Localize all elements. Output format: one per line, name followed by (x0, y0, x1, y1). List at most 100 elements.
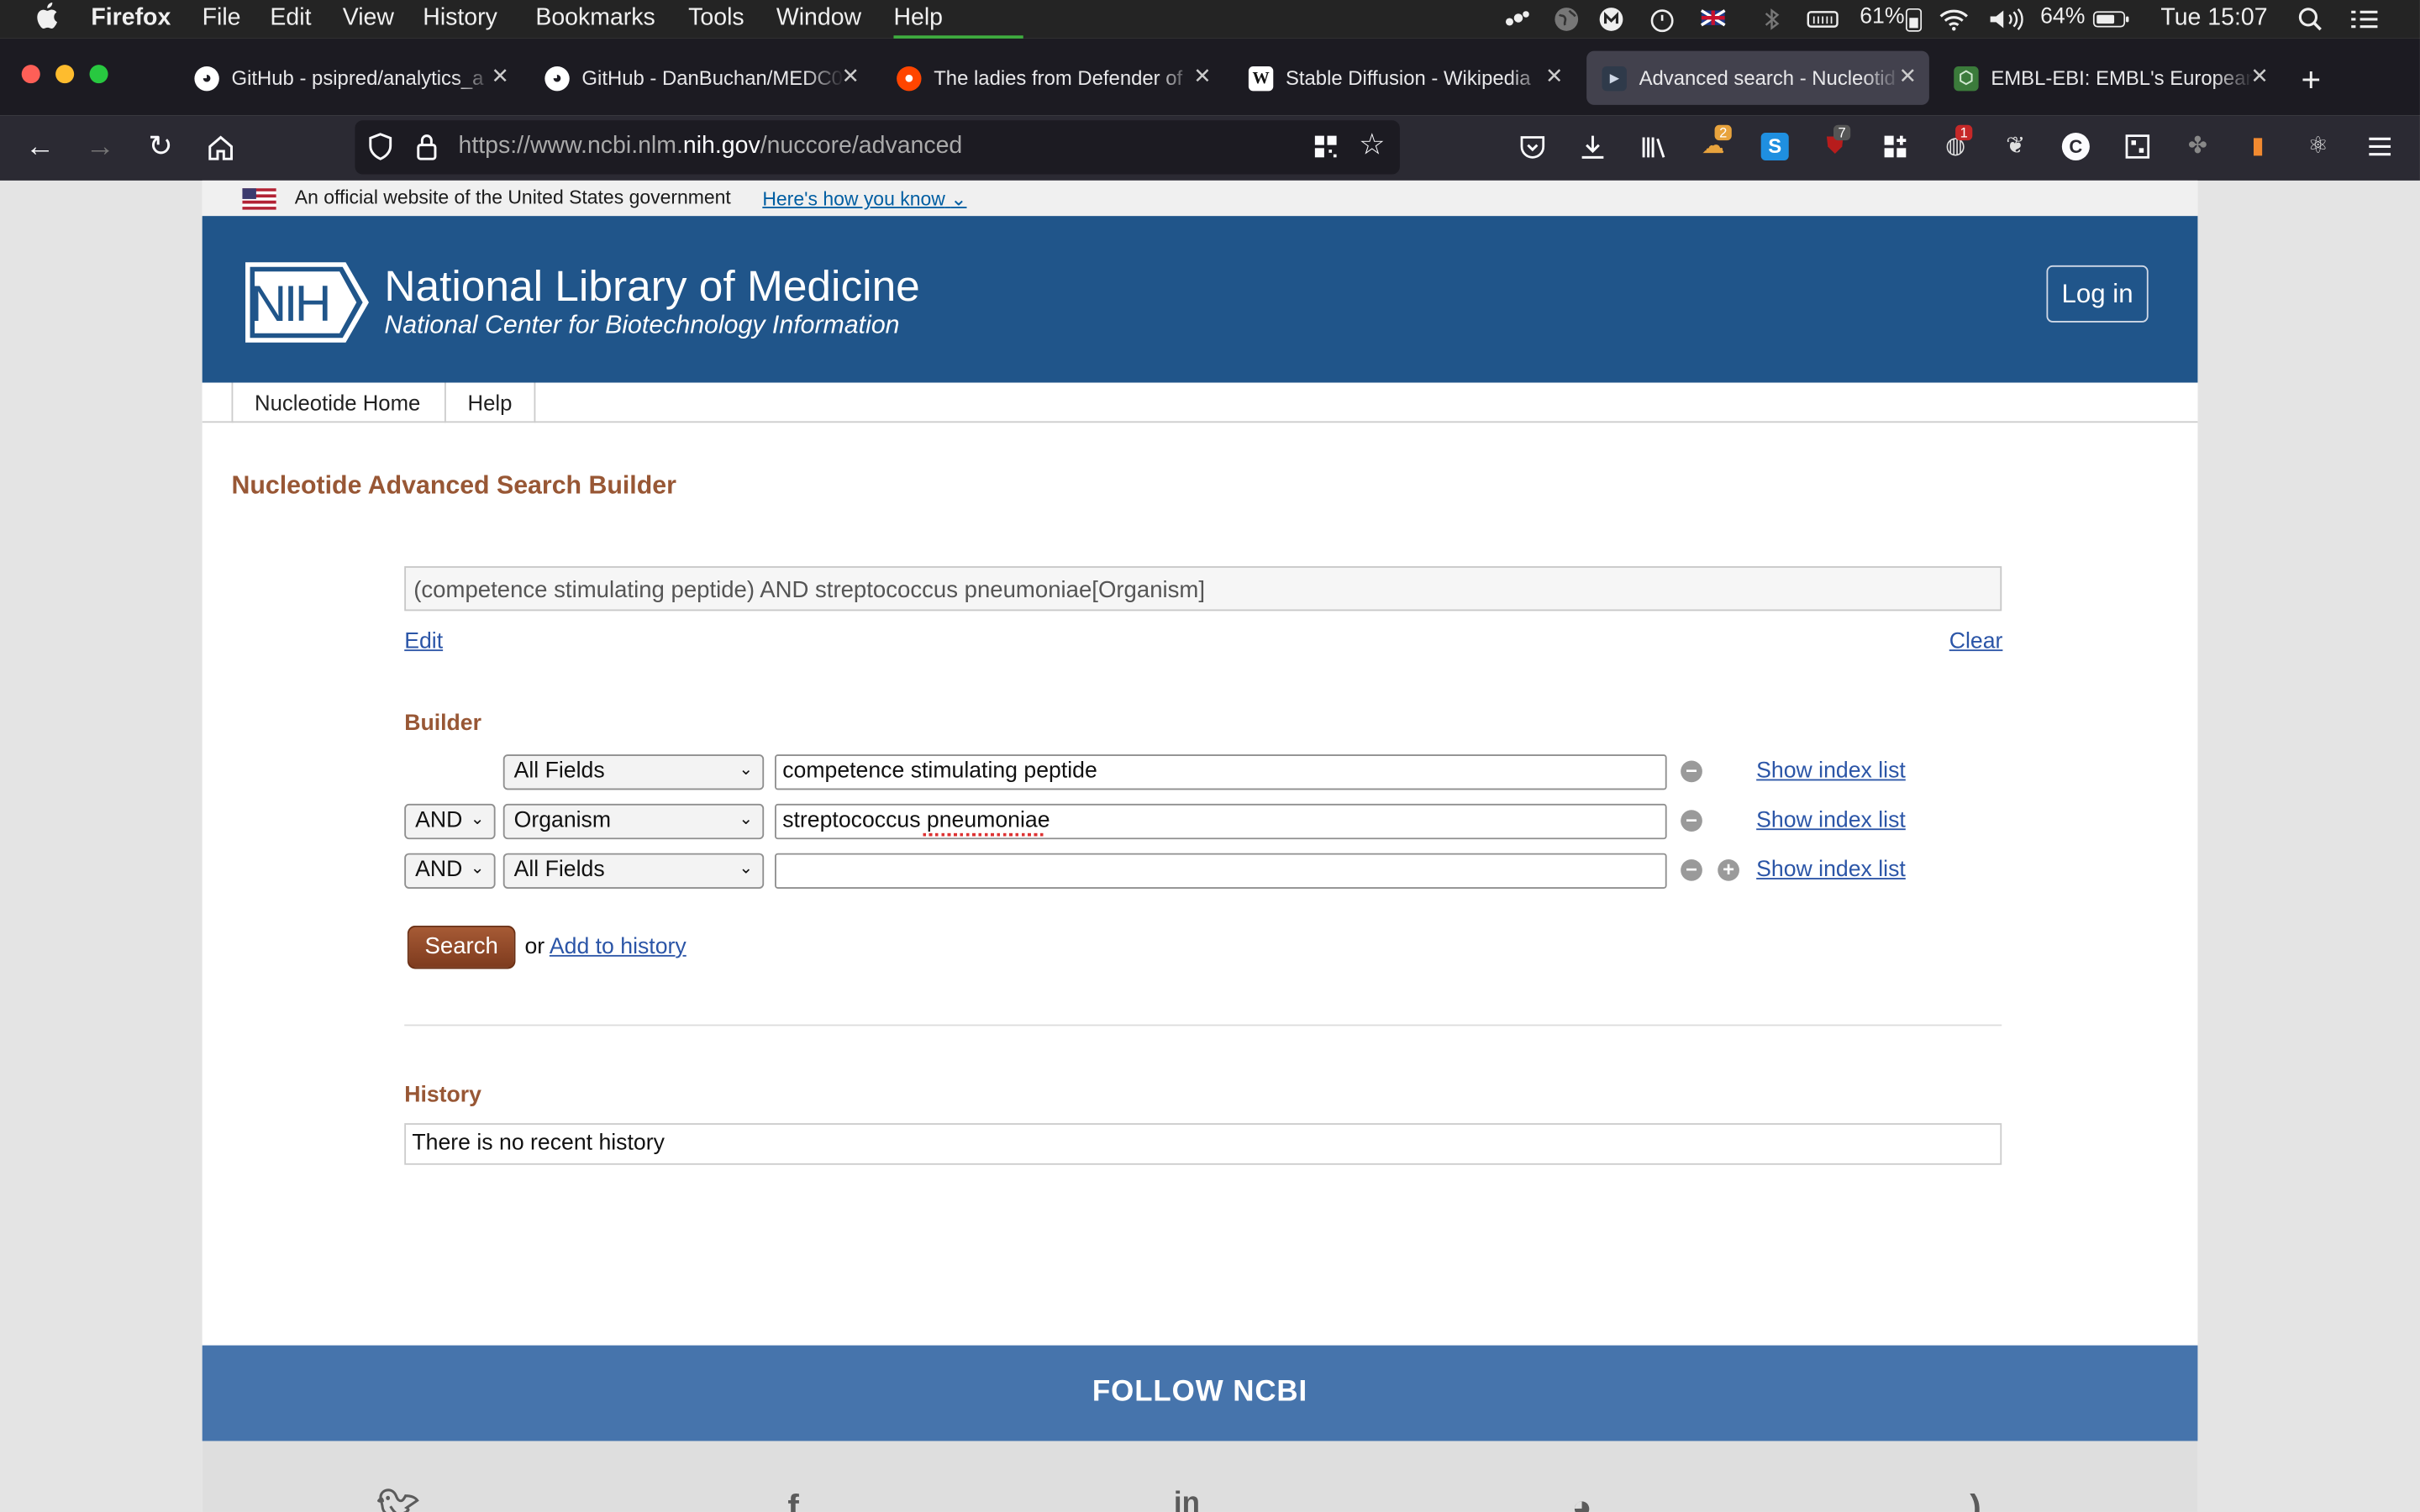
tab-close-icon[interactable]: ✕ (841, 63, 860, 89)
hamburger-menu-icon[interactable] (2366, 134, 2394, 159)
spotlight-search-icon[interactable] (2296, 6, 2324, 32)
browser-tab[interactable]: ◕ GitHub - DanBuchan/MEDC0 ✕ (529, 51, 872, 105)
menu-file[interactable]: File (203, 5, 241, 33)
twitter-icon[interactable]: 🐦︎ (376, 1488, 419, 1512)
show-index-list-link[interactable]: Show index list (1756, 759, 1906, 784)
operator-select[interactable]: AND ⌄ (404, 803, 496, 840)
wifi-icon[interactable] (1937, 6, 1970, 32)
extension-badge: 1 (1955, 124, 1973, 141)
browser-tab[interactable]: W Stable Diffusion - Wikipedia ✕ (1234, 51, 1576, 105)
github-footer-icon[interactable]: ◕ (1560, 1488, 1603, 1512)
login-button[interactable]: Log in (2046, 265, 2149, 323)
memory-status-icon[interactable] (1806, 6, 1839, 32)
c-extension-icon[interactable]: C (2061, 132, 2090, 161)
menu-bookmarks[interactable]: Bookmarks (535, 5, 655, 33)
clear-link[interactable]: Clear (1949, 629, 2003, 654)
remove-row-icon[interactable]: − (1681, 810, 1702, 832)
back-arrow-icon[interactable]: ← (24, 131, 57, 165)
menu-window[interactable]: Window (776, 5, 861, 33)
timer-status-icon[interactable] (1649, 6, 1676, 33)
remove-row-icon[interactable]: − (1681, 760, 1702, 783)
paw-extension-icon[interactable]: ❦ (2002, 133, 2029, 160)
control-center-icon[interactable] (2348, 6, 2381, 32)
forward-arrow-icon[interactable]: → (83, 131, 117, 165)
window-minimize-button[interactable] (55, 65, 75, 84)
search-button[interactable]: Search (407, 926, 516, 969)
field-select[interactable]: All Fields ⌄ (502, 754, 765, 790)
app-menu-firefox[interactable]: Firefox (91, 5, 171, 33)
dots-status-icon[interactable] (1503, 6, 1531, 32)
query-box[interactable]: (competence stimulating peptide) AND str… (404, 566, 2002, 612)
library-icon[interactable] (1639, 133, 1667, 160)
nav-help[interactable]: Help (444, 382, 535, 423)
term-input[interactable] (775, 853, 1667, 889)
nih-logo-text: NIH (250, 274, 332, 332)
menu-view[interactable]: View (343, 5, 394, 33)
uk-flag-keyboard-icon[interactable] (1699, 6, 1727, 32)
react-devtools-icon[interactable]: ⚛ (2304, 133, 2332, 160)
history-title: History (404, 1083, 481, 1108)
battery-icon[interactable] (2091, 6, 2132, 32)
tab-close-icon[interactable]: ✕ (1899, 63, 1918, 89)
tab-close-icon[interactable]: ✕ (1193, 63, 1212, 89)
term-input[interactable]: streptococcus pneumoniae (775, 803, 1667, 840)
menu-help[interactable]: Help (893, 5, 943, 33)
site-title[interactable]: National Library of Medicine (384, 262, 919, 312)
browser-tab-active[interactable]: ▸ Advanced search - Nucleotid ✕ (1586, 50, 1929, 105)
show-index-list-link[interactable]: Show index list (1756, 858, 1906, 882)
volume-icon[interactable] (1986, 6, 2027, 32)
or-text: or (524, 935, 545, 960)
tab-close-icon[interactable]: ✕ (492, 63, 510, 89)
chevron-down-icon: ⌄ (739, 810, 754, 829)
new-tab-icon[interactable]: + (2302, 60, 2322, 101)
reload-icon[interactable]: ↻ (144, 131, 177, 165)
web-page: An official website of the United States… (202, 180, 2198, 1512)
extensions-grid-icon[interactable] (1881, 133, 1909, 160)
operator-select[interactable]: AND ⌄ (404, 853, 496, 889)
menu-history[interactable]: History (423, 5, 497, 33)
window-zoom-button[interactable] (89, 65, 108, 84)
browser-tab[interactable]: ● The ladies from Defender of ✕ (881, 51, 1224, 105)
globe-status-icon[interactable] (1553, 6, 1581, 32)
bluetooth-icon[interactable] (1758, 6, 1786, 32)
show-index-list-link[interactable]: Show index list (1756, 808, 1906, 832)
builder-title: Builder (404, 711, 481, 737)
field-select[interactable]: Organism ⌄ (502, 803, 765, 840)
qr-code-icon[interactable] (1312, 133, 1339, 160)
term-input[interactable]: competence stimulating peptide (775, 754, 1667, 790)
linkedin-icon[interactable]: in (1165, 1488, 1208, 1512)
url-path: /nuccore/advanced (760, 132, 963, 160)
remove-row-icon[interactable]: − (1681, 859, 1702, 881)
trash-extension-icon[interactable]: ▮ (2244, 133, 2272, 160)
mail-status-icon[interactable] (1597, 6, 1625, 32)
window-close-button[interactable] (21, 65, 40, 84)
add-row-icon[interactable]: + (1718, 859, 1739, 881)
menu-tools[interactable]: Tools (688, 5, 744, 33)
heres-how-you-know-link[interactable]: Here's how you know ⌄ (762, 186, 966, 210)
menu-edit[interactable]: Edit (270, 5, 311, 33)
nav-nucleotide-home[interactable]: Nucleotide Home (231, 382, 443, 423)
puzzle-extension-icon[interactable]: ✤ (2184, 133, 2212, 160)
browser-tab[interactable]: ⬡ EMBL-EBI: EMBL's European ✕ (1939, 51, 2281, 105)
apple-icon[interactable] (34, 2, 58, 39)
edit-link[interactable]: Edit (404, 629, 443, 654)
battery-vertical-icon[interactable] (1903, 6, 1925, 32)
qr-extension-icon[interactable] (2123, 133, 2151, 160)
facebook-icon[interactable]: f (771, 1488, 814, 1512)
bookmark-star-icon[interactable]: ☆ (1358, 131, 1386, 160)
lock-icon[interactable] (413, 131, 439, 162)
tab-close-icon[interactable]: ✕ (1545, 63, 1564, 89)
clock[interactable]: Tue 15:07 (2160, 5, 2267, 33)
rss-icon[interactable]: ) (1954, 1488, 1996, 1512)
home-icon[interactable] (205, 133, 236, 162)
chevron-down-icon: ⌄ (470, 859, 485, 879)
extension-icon-s[interactable]: S (1760, 132, 1789, 161)
tab-close-icon[interactable]: ✕ (2250, 63, 2269, 89)
shield-icon[interactable] (366, 131, 395, 162)
pocket-icon[interactable] (1518, 133, 1546, 160)
field-select[interactable]: All Fields ⌄ (502, 853, 765, 889)
url-text[interactable]: https://www.ncbi.nlm.nih.gov/nuccore/adv… (458, 133, 962, 160)
add-to-history-link[interactable]: Add to history (550, 935, 687, 959)
browser-tab[interactable]: ◕ GitHub - psipred/analytics_a ✕ (179, 51, 522, 105)
download-icon[interactable] (1579, 133, 1607, 160)
